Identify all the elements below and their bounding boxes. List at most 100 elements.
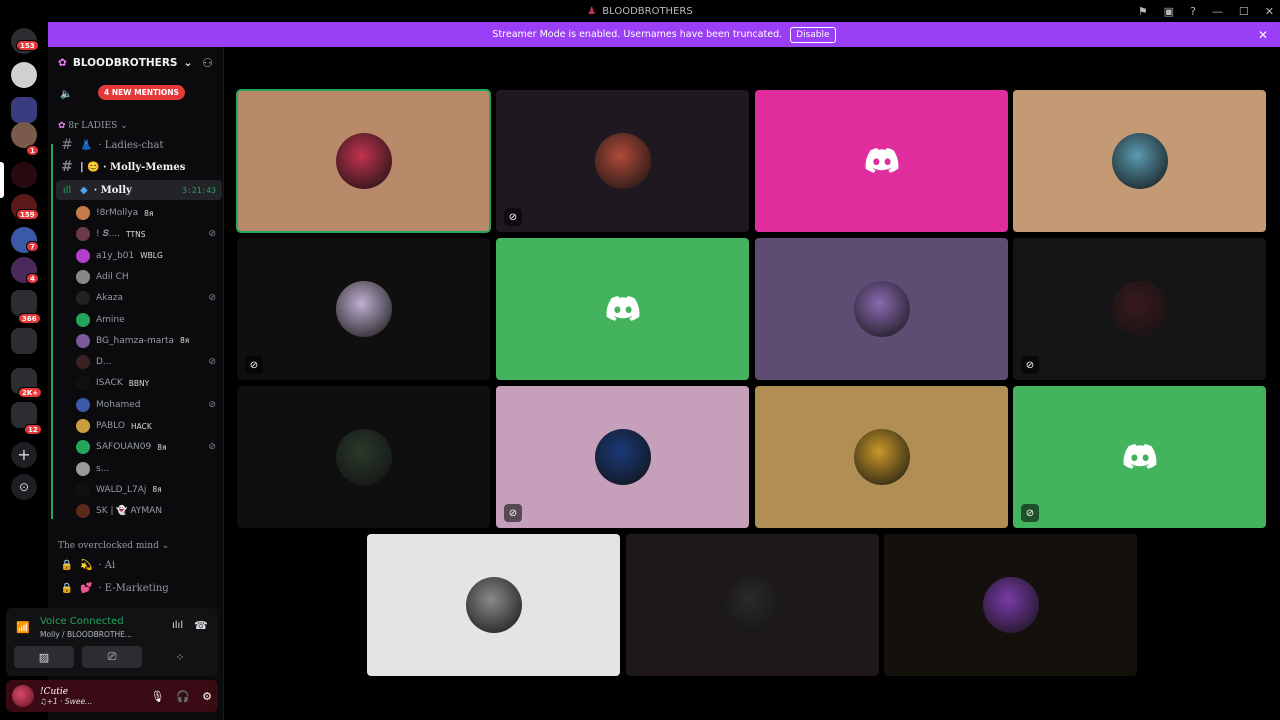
voice-channel-molly[interactable]: ıll ◆ · Molly 3:21:43 <box>56 180 222 200</box>
member-name: ! 𝑺.... <box>96 229 121 240</box>
voice-status[interactable]: Voice Connected <box>40 616 124 627</box>
voice-member[interactable]: SAFOUAN09 8я ⊘ <box>76 438 216 456</box>
close-window-button[interactable]: ✕ <box>1265 5 1274 18</box>
voice-member[interactable]: Akaza ⊘ <box>76 289 216 307</box>
voice-member[interactable]: !8rMollya 8я <box>76 204 216 222</box>
folder-icon-3[interactable] <box>11 328 37 354</box>
muted-icon: ⊘ <box>1021 504 1039 522</box>
minimize-button[interactable]: — <box>1212 5 1223 18</box>
voice-member[interactable]: SK | 👻 AYMAN <box>76 502 216 520</box>
guild-header[interactable]: ✿ BLOODBROTHERS ⌄ ⚇ <box>48 47 223 79</box>
headphones-icon[interactable]: 🎧 <box>176 690 190 703</box>
voice-member[interactable]: PABLO HACK <box>76 417 216 435</box>
avatar <box>335 133 392 189</box>
user-name: !Cutie <box>40 686 69 697</box>
voice-member[interactable]: ! 𝑺.... TTNS ⊘ <box>76 225 216 243</box>
lock-icon: 🔒 <box>60 582 74 594</box>
disable-button[interactable]: Disable <box>790 26 836 43</box>
participant-tile[interactable]: ⊘ <box>237 238 490 380</box>
avatar <box>76 227 90 242</box>
voice-member[interactable]: Adil CH <box>76 268 216 286</box>
member-name: Amine <box>96 314 125 325</box>
user-status: ♫+1 · Swee... <box>40 696 93 706</box>
speaker-icon: 🔈 <box>60 89 73 100</box>
signal-icon: 📶 <box>16 621 30 634</box>
participant-tile[interactable] <box>1013 90 1266 232</box>
server-badge-1: 1 <box>26 145 39 156</box>
camera-off-button[interactable]: ▨ <box>14 646 74 668</box>
noise-suppression-icon[interactable]: ılıl <box>172 620 183 631</box>
voice-member[interactable]: BG_hamza-marta 8я <box>76 332 216 350</box>
channel-ladies-chat[interactable]: # 👗 · Ladies-chat <box>56 135 222 155</box>
server-icon-1[interactable] <box>11 62 37 88</box>
server-icon-bloodbrothers[interactable] <box>11 162 37 188</box>
microphone-icon[interactable]: 🎙 <box>150 690 164 703</box>
participant-tile[interactable] <box>755 386 1008 528</box>
participant-tile[interactable]: ⊘ <box>1013 386 1266 528</box>
voice-member[interactable]: a1y_b01 WBLG <box>76 247 216 265</box>
explore-icon[interactable]: ⊙ <box>11 474 37 500</box>
voice-member[interactable]: ISACK BBNY <box>76 374 216 392</box>
flag-icon[interactable]: ⚑ <box>1138 5 1148 18</box>
gear-icon[interactable]: ⚙ <box>202 690 212 703</box>
close-icon[interactable]: ✕ <box>1258 28 1268 42</box>
category-overclocked-mind[interactable]: The overclocked mind ⌄ <box>58 541 169 551</box>
avatar <box>335 429 392 485</box>
participant-tile[interactable]: ⊘ <box>1013 238 1266 380</box>
add-member-icon[interactable]: ⚇ <box>202 56 213 70</box>
participant-tile[interactable] <box>236 89 491 233</box>
user-panel: !Cutie ♫+1 · Swee... 🎙 🎧 ⚙ <box>6 680 218 712</box>
muted-icon: ⊘ <box>208 399 216 410</box>
new-mentions-pill[interactable]: 4 NEW MENTIONS <box>98 85 185 100</box>
category-8r-ladies[interactable]: ✿ 8r LADIES ⌄ <box>58 121 128 131</box>
participant-tile[interactable] <box>755 90 1008 232</box>
diamond-icon: ◆ <box>80 184 88 196</box>
member-name: WALD_L7Aj <box>96 484 147 495</box>
member-name: SK | 👻 AYMAN <box>96 506 163 517</box>
participant-tile[interactable] <box>367 534 620 676</box>
participant-tile[interactable] <box>496 238 749 380</box>
member-name: !8rMollya <box>96 208 139 218</box>
avatar <box>76 312 90 327</box>
member-tag: TTNS <box>126 229 146 239</box>
maximize-button[interactable]: ☐ <box>1239 5 1249 18</box>
voice-location[interactable]: Molly / BLOODBROTHE... <box>40 630 132 639</box>
muted-icon: ⊘ <box>1021 356 1039 374</box>
voice-member[interactable]: Mohamed ⊘ <box>76 396 216 414</box>
channel-ai[interactable]: 🔒 💫 · Ai <box>56 555 222 575</box>
channel-e-marketing[interactable]: 🔒 💕 · E-Marketing <box>56 578 222 598</box>
participant-tile[interactable] <box>884 534 1137 676</box>
voice-member[interactable]: Amine <box>76 311 216 329</box>
help-icon[interactable]: ? <box>1190 5 1196 18</box>
discord-logo-icon <box>865 148 898 173</box>
screen-share-button[interactable]: ⎚ <box>82 646 142 668</box>
participant-tile[interactable]: ⊘ <box>496 90 749 232</box>
voice-member[interactable]: D... ⊘ <box>76 353 216 371</box>
avatar <box>853 429 910 485</box>
user-info[interactable]: !Cutie ♫+1 · Swee... <box>40 687 92 706</box>
inbox-icon[interactable]: ▣ <box>1164 5 1174 18</box>
folder-icon[interactable] <box>11 97 37 123</box>
participant-tile[interactable] <box>237 386 490 528</box>
channel-molly-memes[interactable]: # | 😊 · Molly-Memes <box>56 157 222 177</box>
activities-button[interactable]: ⁘ <box>150 646 210 668</box>
participant-tile[interactable] <box>626 534 879 676</box>
member-tag: BBNY <box>128 378 150 388</box>
avatar <box>724 577 781 633</box>
participant-tile[interactable] <box>755 238 1008 380</box>
add-server-icon[interactable]: + <box>11 442 37 468</box>
avatar <box>76 397 90 412</box>
voice-member[interactable]: WALD_L7Aj 8я <box>76 481 216 499</box>
voice-member[interactable]: s... <box>76 460 216 478</box>
hash-icon: # <box>61 159 73 175</box>
muted-icon: ⊘ <box>208 442 216 453</box>
disconnect-icon[interactable]: ☎ <box>194 619 208 632</box>
member-name: ISACK <box>96 378 123 389</box>
avatar[interactable] <box>12 685 34 707</box>
avatar <box>76 333 90 348</box>
chevron-down-icon: ⌄ <box>183 57 193 69</box>
participant-tile[interactable]: ⊘ <box>496 386 749 528</box>
category-icon: ✿ <box>58 121 66 131</box>
member-name: BG_hamza-marta <box>96 335 174 346</box>
channel-emoji-icon: 💫 <box>80 559 93 571</box>
